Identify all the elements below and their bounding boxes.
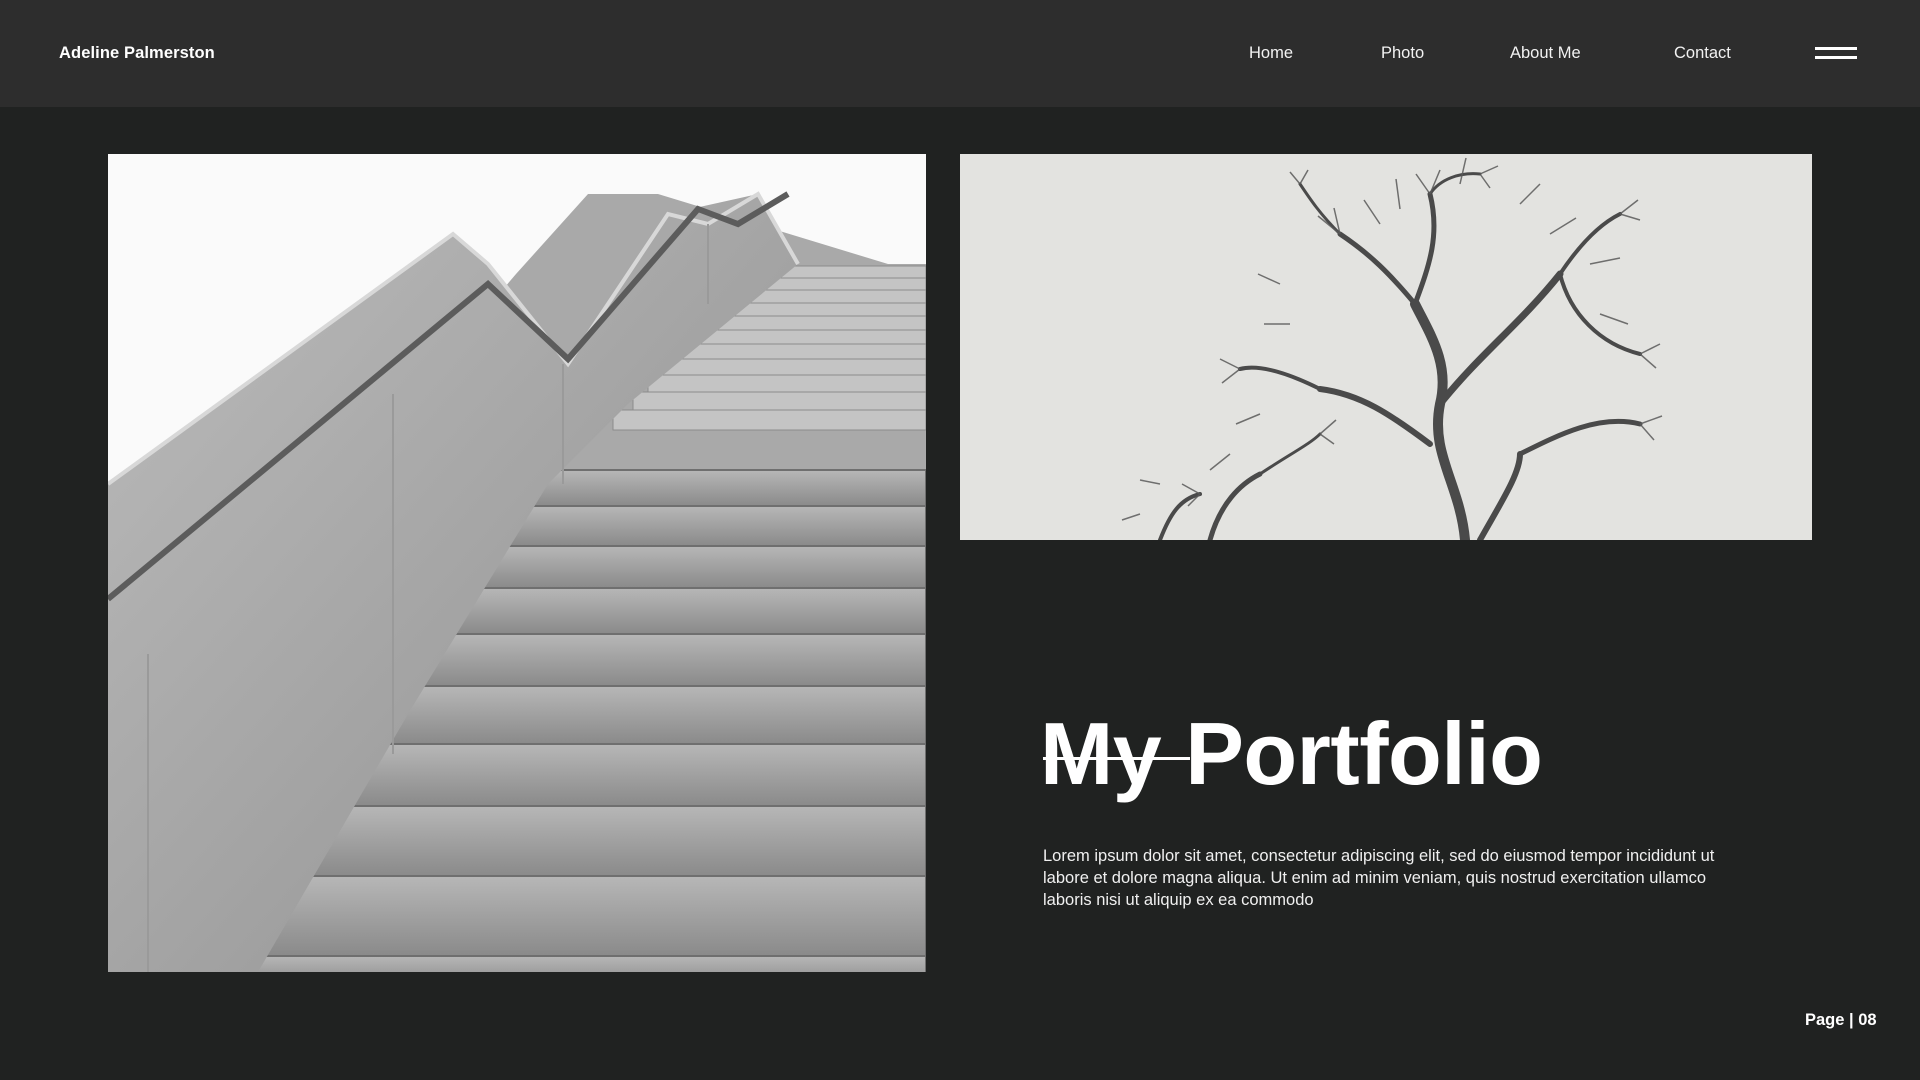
bare-tree-silhouette-photo: [960, 154, 1812, 540]
portfolio-title: My Portfolio: [1040, 703, 1543, 803]
staircase-illustration: [108, 154, 926, 972]
nav-about-me-link[interactable]: About Me: [1510, 44, 1581, 63]
portfolio-description: Lorem ipsum dolor sit amet, consectetur …: [1043, 846, 1715, 909]
hamburger-menu-icon[interactable]: [1815, 47, 1857, 61]
portfolio-page: Adeline Palmerston Home Photo About Me C…: [0, 0, 1920, 1080]
nav-home-link[interactable]: Home: [1249, 44, 1293, 63]
title-underline: [1043, 757, 1190, 760]
menu-line-top: [1815, 47, 1857, 50]
page-number: Page | 08: [1805, 1011, 1877, 1029]
nav-contact-link[interactable]: Contact: [1674, 44, 1731, 63]
nav-photo-link[interactable]: Photo: [1381, 44, 1424, 63]
top-navigation-bar: Adeline Palmerston Home Photo About Me C…: [0, 0, 1920, 107]
tree-illustration: [960, 154, 1812, 540]
menu-line-bottom: [1815, 56, 1857, 59]
concrete-staircase-photo: [108, 154, 926, 972]
brand-name[interactable]: Adeline Palmerston: [59, 44, 215, 63]
